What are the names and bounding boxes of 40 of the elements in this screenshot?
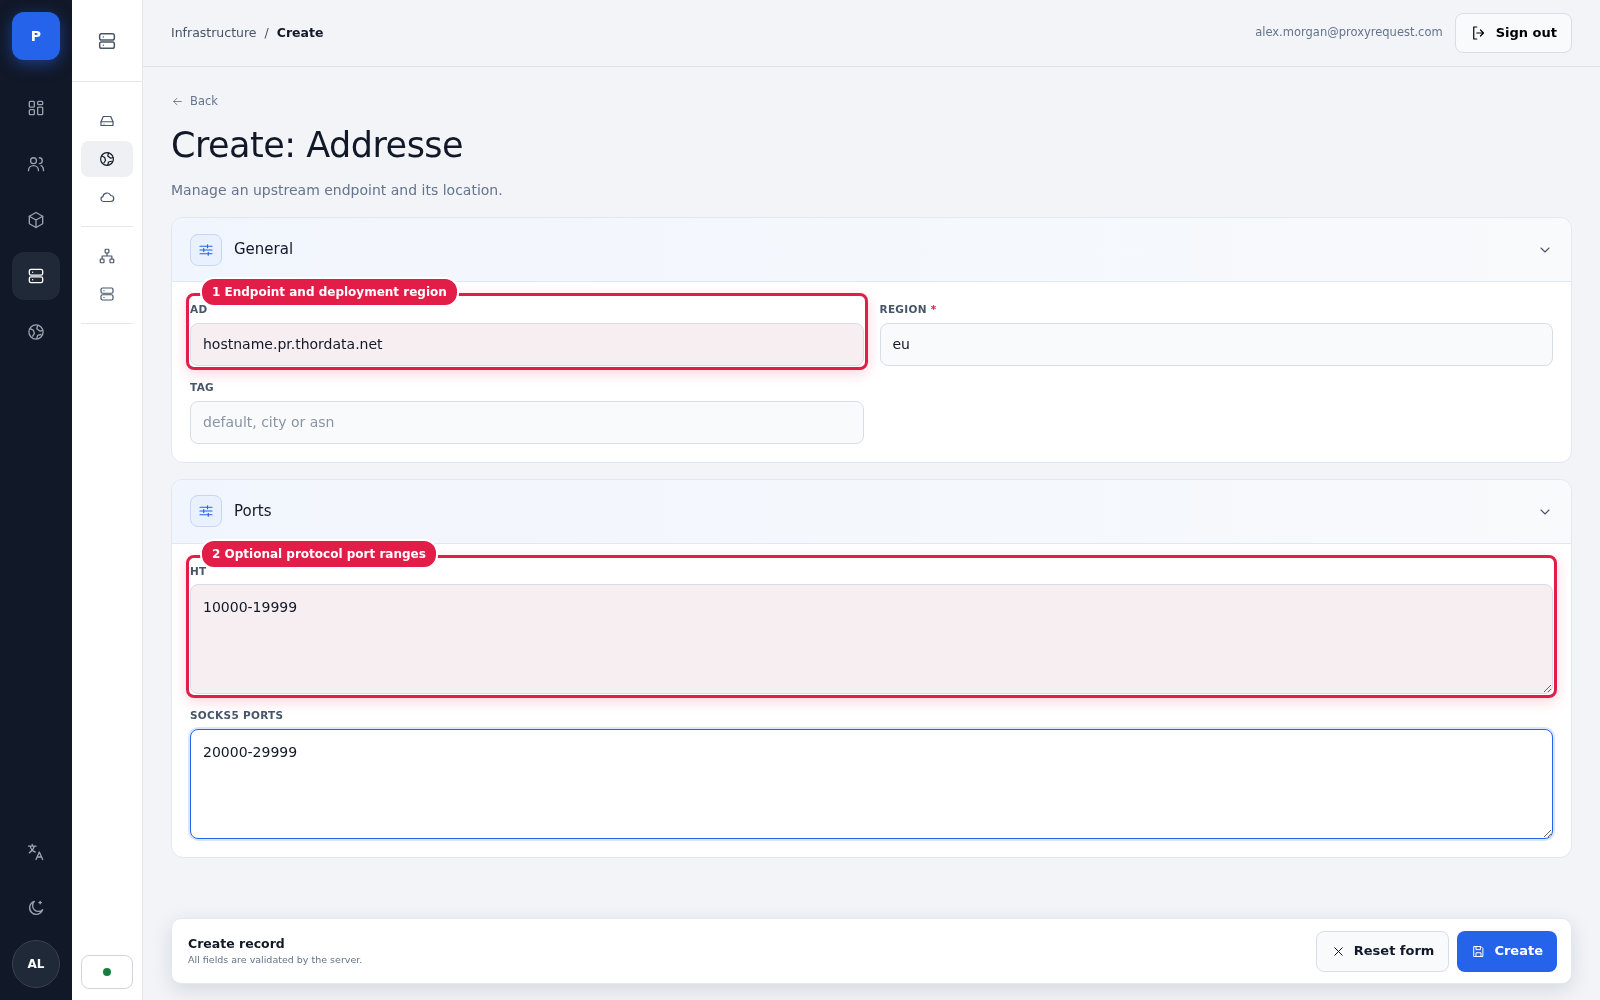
globe-icon xyxy=(26,322,46,342)
input-field[interactable]: default, city or asn xyxy=(190,400,864,444)
app-logo[interactable]: P xyxy=(12,12,60,60)
input-field[interactable]: eu xyxy=(879,322,1553,366)
user-email: alex.morgan@proxyrequest.com xyxy=(1255,24,1443,42)
server-icon xyxy=(26,266,46,286)
breadcrumb-separator: / xyxy=(264,24,269,40)
field-label: REGION * xyxy=(879,302,938,318)
action-bar-title: Create record xyxy=(188,934,286,953)
save-icon xyxy=(1471,943,1487,959)
action-bar-note: All fields are validated by the server. xyxy=(188,953,363,968)
page-title: Create: Addresse xyxy=(171,124,465,167)
section-header[interactable]: General xyxy=(172,218,1571,283)
create-button[interactable]: Create xyxy=(1457,930,1557,972)
back-link[interactable]: Back xyxy=(171,93,218,111)
breadcrumb-link[interactable]: Infrastructure xyxy=(171,24,257,40)
field-label: SOCKS5 PORTS xyxy=(190,708,285,724)
network-icon xyxy=(98,247,116,265)
translate-icon xyxy=(26,842,46,862)
status-indicator[interactable] xyxy=(81,955,133,989)
text-area[interactable]: 20000-29999 xyxy=(190,729,1553,840)
text-area[interactable]: 10000-19999 xyxy=(190,584,1553,695)
grid-icon xyxy=(26,98,46,118)
user-avatar[interactable]: AL xyxy=(12,940,60,988)
rail-nav-button[interactable] xyxy=(12,252,60,300)
globe-icon xyxy=(98,150,116,168)
sign-out-button[interactable]: Sign out xyxy=(1454,13,1572,53)
cube-icon xyxy=(26,210,46,230)
section-title: Ports xyxy=(234,500,272,522)
sidebar-item[interactable] xyxy=(81,141,133,177)
page-subtitle: Manage an upstream endpoint and its location. xyxy=(171,181,504,201)
field-label: TAG xyxy=(190,379,215,395)
reset-button[interactable]: Reset form xyxy=(1315,930,1450,972)
input-field[interactable]: hostname.pr.thordata.net xyxy=(190,322,864,366)
moon-icon xyxy=(26,898,46,918)
server-icon xyxy=(98,285,116,303)
breadcrumb-current: Create xyxy=(276,24,324,40)
users-icon xyxy=(26,154,46,174)
section-header[interactable]: Ports xyxy=(172,479,1571,544)
section-title: General xyxy=(234,239,294,261)
